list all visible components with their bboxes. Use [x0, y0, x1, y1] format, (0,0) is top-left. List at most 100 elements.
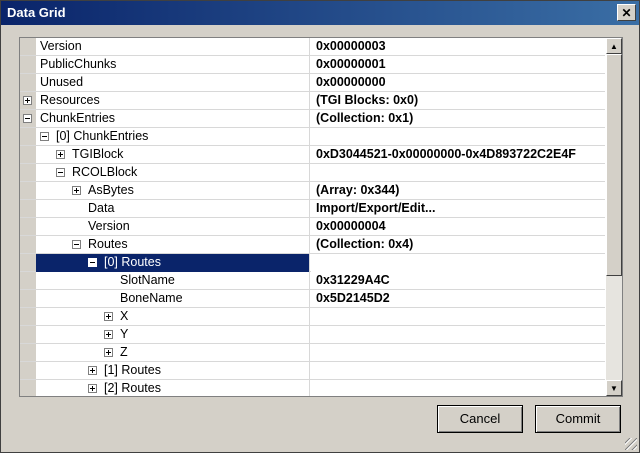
expand-plus-icon[interactable] — [88, 366, 97, 375]
property-value[interactable] — [311, 308, 605, 326]
property-value[interactable]: (Array: 0x344) — [311, 182, 605, 200]
property-name: BoneName — [120, 291, 183, 305]
property-name: Version — [40, 39, 82, 53]
property-name: Resources — [40, 93, 100, 107]
property-value[interactable]: 0x00000003 — [311, 38, 605, 56]
property-value[interactable] — [311, 128, 605, 146]
property-name: Routes — [88, 237, 128, 251]
close-icon: ✕ — [621, 5, 632, 20]
grid-row[interactable]: SlotName 0x31229A4C — [20, 272, 605, 290]
property-name: [1] Routes — [104, 363, 161, 377]
property-name-cell[interactable]: TGIBlock — [36, 146, 310, 164]
property-name: PublicChunks — [40, 57, 117, 71]
collapse-minus-icon[interactable] — [23, 114, 32, 123]
property-value[interactable]: 0x00000001 — [311, 56, 605, 74]
property-name-cell[interactable]: Version — [36, 218, 310, 236]
property-value[interactable]: 0xD3044521-0x00000000-0x4D893722C2E4F — [311, 146, 605, 164]
grid-row[interactable]: X — [20, 308, 605, 326]
data-grid-window: Data Grid ✕ Version 0x00000003 PublicChunk… — [0, 0, 640, 453]
grid-row[interactable]: [2] Routes — [20, 380, 605, 396]
property-name: Y — [120, 327, 129, 341]
property-name-cell[interactable]: Z — [36, 344, 310, 362]
grid-row[interactable]: [1] Routes — [20, 362, 605, 380]
cancel-button[interactable]: Cancel — [437, 405, 523, 433]
property-name: X — [120, 309, 129, 323]
grid-row[interactable]: [0] ChunkEntries — [20, 128, 605, 146]
scroll-up-button[interactable]: ▲ — [606, 38, 622, 54]
property-value[interactable]: 0x31229A4C — [311, 272, 605, 290]
property-value[interactable]: (TGI Blocks: 0x0) — [311, 92, 605, 110]
collapse-minus-icon[interactable] — [40, 132, 49, 141]
property-value[interactable]: 0x00000000 — [311, 74, 605, 92]
grid-row[interactable]: Y — [20, 326, 605, 344]
expand-plus-icon[interactable] — [104, 348, 113, 357]
property-grid: Version 0x00000003 PublicChunks 0x00000001 U… — [19, 37, 623, 397]
grid-row[interactable]: Resources (TGI Blocks: 0x0) — [20, 92, 605, 110]
property-value[interactable]: Import/Export/Edit... — [311, 200, 605, 218]
grid-rows: Version 0x00000003 PublicChunks 0x00000001 U… — [20, 38, 605, 396]
property-name-cell[interactable]: Version — [36, 38, 310, 56]
grid-row[interactable]: [0] Routes — [20, 254, 605, 272]
property-name-cell[interactable]: [1] Routes — [36, 362, 310, 380]
property-name-cell[interactable]: Data — [36, 200, 310, 218]
expand-plus-icon[interactable] — [104, 330, 113, 339]
expand-plus-icon[interactable] — [72, 186, 81, 195]
property-value[interactable]: (Collection: 0x4) — [311, 236, 605, 254]
property-name: Version — [88, 219, 130, 233]
property-name: Unused — [40, 75, 84, 89]
expand-plus-icon[interactable] — [104, 312, 113, 321]
grid-row[interactable]: AsBytes (Array: 0x344) — [20, 182, 605, 200]
property-name-cell[interactable]: Unused — [36, 74, 310, 92]
grid-row[interactable]: Z — [20, 344, 605, 362]
commit-button[interactable]: Commit — [535, 405, 621, 433]
grid-row[interactable]: PublicChunks 0x00000001 — [20, 56, 605, 74]
property-value[interactable]: 0x00000004 — [311, 218, 605, 236]
collapse-minus-icon[interactable] — [56, 168, 65, 177]
scrollbar-thumb[interactable] — [606, 54, 622, 276]
property-name: TGIBlock — [72, 147, 124, 161]
window-title: Data Grid — [7, 5, 66, 20]
property-value[interactable]: 0x5D2145D2 — [311, 290, 605, 308]
property-name-cell[interactable]: AsBytes — [36, 182, 310, 200]
property-name: [0] Routes — [104, 255, 161, 269]
property-name-cell[interactable]: X — [36, 308, 310, 326]
property-value[interactable]: (Collection: 0x1) — [311, 110, 605, 128]
expand-plus-icon[interactable] — [56, 150, 65, 159]
grid-row[interactable]: Version 0x00000003 — [20, 38, 605, 56]
collapse-minus-icon[interactable] — [88, 258, 97, 267]
close-button[interactable]: ✕ — [617, 4, 636, 21]
property-name-cell[interactable]: [2] Routes — [36, 380, 310, 396]
expand-plus-icon[interactable] — [88, 384, 97, 393]
vertical-scrollbar[interactable]: ▲ ▼ — [606, 38, 622, 396]
property-name-cell[interactable]: ChunkEntries — [23, 110, 310, 128]
property-name-cell[interactable]: Resources — [23, 92, 310, 110]
title-bar[interactable]: Data Grid ✕ — [1, 1, 639, 25]
scroll-down-button[interactable]: ▼ — [606, 380, 622, 396]
property-name-cell[interactable]: Y — [36, 326, 310, 344]
grid-row[interactable]: Routes (Collection: 0x4) — [20, 236, 605, 254]
property-name-cell[interactable]: BoneName — [36, 290, 310, 308]
property-value[interactable] — [311, 164, 605, 182]
collapse-minus-icon[interactable] — [72, 240, 81, 249]
arrow-down-icon: ▼ — [610, 383, 618, 393]
expand-plus-icon[interactable] — [23, 96, 32, 105]
resize-grip[interactable] — [625, 438, 637, 450]
property-name-cell[interactable]: [0] ChunkEntries — [36, 128, 310, 146]
grid-row[interactable]: RCOLBlock — [20, 164, 605, 182]
property-value[interactable] — [311, 380, 605, 396]
property-value[interactable] — [311, 326, 605, 344]
property-value[interactable] — [311, 344, 605, 362]
grid-row[interactable]: ChunkEntries (Collection: 0x1) — [20, 110, 605, 128]
property-name-cell[interactable]: Routes — [36, 236, 310, 254]
property-name-cell[interactable]: SlotName — [36, 272, 310, 290]
grid-row[interactable]: Unused 0x00000000 — [20, 74, 605, 92]
property-value[interactable] — [311, 362, 605, 380]
grid-row[interactable]: Data Import/Export/Edit... — [20, 200, 605, 218]
grid-row[interactable]: Version 0x00000004 — [20, 218, 605, 236]
grid-row[interactable]: BoneName 0x5D2145D2 — [20, 290, 605, 308]
property-name-cell[interactable]: RCOLBlock — [36, 164, 310, 182]
property-value[interactable] — [311, 254, 605, 272]
property-name-cell[interactable]: [0] Routes — [36, 254, 310, 272]
property-name-cell[interactable]: PublicChunks — [36, 56, 310, 74]
grid-row[interactable]: TGIBlock 0xD3044521-0x00000000-0x4D893722… — [20, 146, 605, 164]
